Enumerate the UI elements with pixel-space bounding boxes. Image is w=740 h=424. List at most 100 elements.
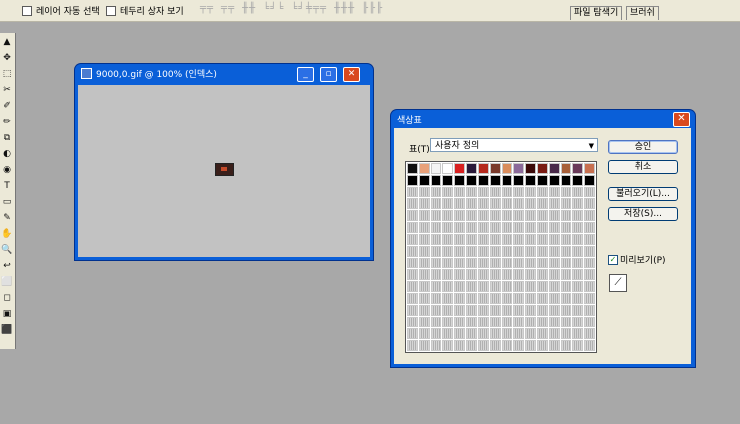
color-swatch-grid[interactable] — [405, 161, 597, 353]
color-swatch[interactable] — [466, 198, 477, 210]
color-swatch[interactable] — [430, 257, 442, 269]
color-swatch[interactable] — [525, 222, 536, 233]
color-swatch[interactable] — [430, 245, 442, 257]
color-swatch[interactable] — [489, 198, 501, 210]
tool-icon[interactable]: ↩ — [1, 261, 13, 272]
color-swatch[interactable] — [584, 198, 595, 210]
color-swatch[interactable] — [572, 174, 584, 186]
color-swatch[interactable] — [560, 222, 572, 233]
color-swatch[interactable] — [489, 304, 501, 316]
color-swatch[interactable] — [466, 292, 477, 304]
color-swatch[interactable] — [513, 222, 525, 233]
tool-icon[interactable]: ✐ — [1, 101, 13, 112]
color-swatch[interactable] — [584, 245, 595, 257]
color-swatch[interactable] — [442, 328, 454, 340]
color-swatch[interactable] — [560, 292, 572, 304]
color-swatch[interactable] — [430, 210, 442, 222]
color-swatch[interactable] — [489, 340, 501, 351]
color-swatch[interactable] — [560, 281, 572, 292]
color-swatch[interactable] — [454, 186, 466, 198]
tool-icon[interactable]: ✏ — [1, 117, 13, 128]
checkbox-box[interactable] — [106, 5, 116, 16]
document-title-bar[interactable]: 9000,0.gif @ 100% (인덱스) — [81, 67, 217, 80]
color-swatch[interactable] — [548, 340, 560, 351]
color-swatch[interactable] — [501, 328, 513, 340]
dialog-close-button[interactable]: ✕ — [673, 112, 690, 127]
color-swatch[interactable] — [477, 163, 489, 174]
color-swatch[interactable] — [477, 316, 489, 328]
color-swatch[interactable] — [466, 328, 477, 340]
color-swatch[interactable] — [454, 281, 466, 292]
cancel-button[interactable]: 취소 — [608, 160, 678, 174]
color-swatch[interactable] — [477, 245, 489, 257]
color-swatch[interactable] — [501, 269, 513, 281]
tool-icon[interactable]: ⬚ — [1, 69, 13, 80]
auto-select-checkbox[interactable]: 레이어 자동 선택 — [22, 4, 100, 17]
color-swatch[interactable] — [536, 281, 548, 292]
color-swatch[interactable] — [477, 233, 489, 245]
tool-icon[interactable]: T — [1, 181, 13, 192]
color-swatch[interactable] — [560, 340, 572, 351]
color-swatch[interactable] — [536, 269, 548, 281]
color-swatch[interactable] — [477, 269, 489, 281]
tool-icon[interactable]: 🔍 — [1, 245, 13, 256]
color-swatch[interactable] — [477, 304, 489, 316]
color-swatch[interactable] — [536, 222, 548, 233]
color-swatch[interactable] — [560, 316, 572, 328]
color-swatch[interactable] — [442, 210, 454, 222]
color-swatch[interactable] — [560, 174, 572, 186]
preview-checkbox-box[interactable]: ✓ — [608, 254, 618, 265]
color-swatch[interactable] — [513, 316, 525, 328]
color-swatch[interactable] — [430, 233, 442, 245]
color-swatch[interactable] — [548, 163, 560, 174]
color-swatch[interactable] — [501, 198, 513, 210]
color-swatch[interactable] — [454, 222, 466, 233]
color-swatch[interactable] — [418, 186, 430, 198]
color-swatch[interactable] — [454, 163, 466, 174]
color-swatch[interactable] — [560, 210, 572, 222]
color-swatch[interactable] — [501, 340, 513, 351]
color-swatch[interactable] — [430, 198, 442, 210]
color-swatch[interactable] — [560, 257, 572, 269]
color-swatch[interactable] — [466, 163, 477, 174]
color-swatch[interactable] — [418, 281, 430, 292]
color-swatch[interactable] — [477, 340, 489, 351]
color-swatch[interactable] — [407, 174, 418, 186]
color-swatch[interactable] — [418, 328, 430, 340]
color-swatch[interactable] — [430, 281, 442, 292]
align-buttons[interactable]: ╤╤ ╤╤ ╫╫ ╘╛╘ ╘╛╘ — [200, 3, 312, 14]
color-swatch[interactable] — [477, 186, 489, 198]
color-swatch[interactable] — [454, 233, 466, 245]
color-swatch[interactable] — [442, 163, 454, 174]
bounding-box-checkbox[interactable]: 테두리 상자 보기 — [106, 4, 184, 17]
maximize-button[interactable]: ▫ — [320, 67, 337, 82]
color-swatch[interactable] — [584, 210, 595, 222]
color-swatch[interactable] — [548, 281, 560, 292]
color-swatch[interactable] — [407, 328, 418, 340]
color-swatch[interactable] — [525, 210, 536, 222]
color-swatch[interactable] — [560, 198, 572, 210]
color-swatch[interactable] — [536, 186, 548, 198]
tool-icon[interactable]: ✥ — [1, 53, 13, 64]
color-swatch[interactable] — [466, 304, 477, 316]
color-swatch[interactable] — [548, 304, 560, 316]
color-swatch[interactable] — [560, 328, 572, 340]
color-swatch[interactable] — [548, 316, 560, 328]
color-swatch[interactable] — [572, 186, 584, 198]
color-swatch[interactable] — [525, 233, 536, 245]
color-swatch[interactable] — [513, 281, 525, 292]
tool-icon[interactable]: ✋ — [1, 229, 13, 240]
color-swatch[interactable] — [548, 257, 560, 269]
color-swatch[interactable] — [584, 269, 595, 281]
color-swatch[interactable] — [548, 292, 560, 304]
color-swatch[interactable] — [466, 210, 477, 222]
color-swatch[interactable] — [584, 328, 595, 340]
color-swatch[interactable] — [466, 269, 477, 281]
color-swatch[interactable] — [548, 198, 560, 210]
color-swatch[interactable] — [442, 245, 454, 257]
color-swatch[interactable] — [501, 174, 513, 186]
color-swatch[interactable] — [525, 186, 536, 198]
color-swatch[interactable] — [466, 257, 477, 269]
color-swatch[interactable] — [489, 245, 501, 257]
tool-icon[interactable]: ⧉ — [1, 133, 13, 144]
